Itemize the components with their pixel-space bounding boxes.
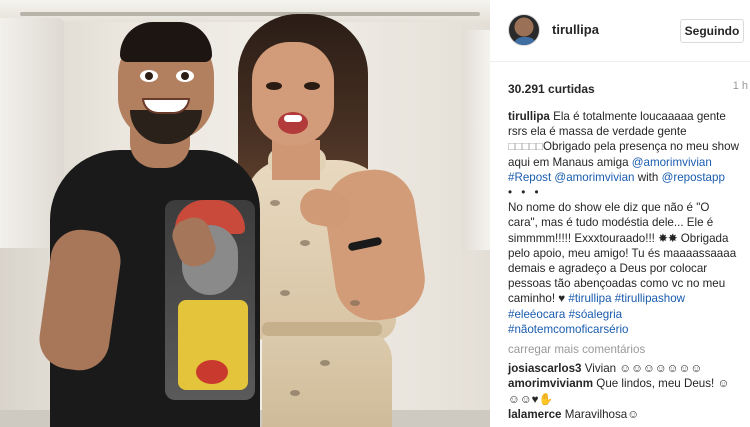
avatar[interactable] (508, 14, 540, 46)
post-photo[interactable] (0, 0, 490, 427)
comment-username[interactable]: amorimvivianm (508, 377, 593, 390)
print-pattern (350, 300, 360, 306)
photo-towel-right (462, 30, 490, 250)
comment-text: Vivian ☺☺☺☺☺☺☺ (584, 362, 703, 376)
comment-text: Maravilhosa☺ (564, 407, 640, 421)
hashtag-link[interactable]: #Repost (508, 171, 551, 184)
woman-eye-right (304, 82, 320, 90)
mention-link[interactable]: @amorimvivian (632, 156, 712, 169)
comment-username[interactable]: josiascarlos3 (508, 362, 581, 375)
woman-mouth (278, 112, 308, 134)
caption-boxes: □□□□□ (508, 140, 544, 154)
print-pattern (320, 360, 330, 366)
hashtag-link[interactable]: #tirullipashow (615, 292, 685, 305)
mention-link[interactable]: @amorimvivian (554, 171, 634, 184)
post-username[interactable]: tirullipa (552, 22, 599, 37)
woman-eye-left (266, 82, 282, 90)
caption-paragraph: No nome do show ele diz que não é "O car… (508, 200, 740, 337)
woman-neck (272, 140, 320, 180)
hashtag-link[interactable]: #eleéocara (508, 308, 565, 321)
caption-username[interactable]: tirullipa (508, 110, 550, 123)
likes-row: 30.291 curtidas 1 h (508, 80, 748, 96)
woman-belt (262, 322, 382, 336)
photo-ceiling (0, 0, 490, 22)
man-eye-right (176, 70, 194, 82)
following-button[interactable]: Seguindo (680, 19, 744, 43)
comment-item: josiascarlos3 Vivian ☺☺☺☺☺☺☺ (508, 361, 740, 376)
woman-pants (262, 330, 392, 427)
hashtag-link[interactable]: #nãotemcomoficarsério (508, 323, 629, 336)
print-pattern (270, 200, 280, 206)
load-more-comments-link[interactable]: carregar mais comentários (508, 342, 740, 357)
likes-count[interactable]: 30.291 curtidas (508, 82, 595, 96)
shirt-print-emblem (196, 360, 228, 384)
print-pattern (300, 240, 310, 246)
post-time[interactable]: 1 h (733, 80, 748, 92)
print-pattern (280, 290, 290, 296)
hashtag-link[interactable]: #sóalegria (569, 308, 623, 321)
comments-section: tirullipa Ela é totalmente loucaaaaa gen… (508, 109, 740, 422)
caption-text-3: No nome do show ele diz que não é "O car… (508, 201, 737, 306)
comment-item: lalamerce Maravilhosa☺ (508, 407, 740, 422)
comment-item: amorimvivianm Que lindos, meu Deus! ☺☺☺♥… (508, 376, 740, 406)
caption-with: with (637, 170, 662, 184)
post-sidebar: tirullipa Seguindo 30.291 curtidas 1 h t… (490, 0, 750, 427)
caption: tirullipa Ela é totalmente loucaaaaa gen… (508, 109, 740, 185)
hashtag-link[interactable]: #tirullipa (568, 292, 611, 305)
print-pattern (290, 390, 300, 396)
man-hair (120, 22, 212, 62)
man-eye-left (140, 70, 158, 82)
comment-username[interactable]: lalamerce (508, 408, 562, 421)
photo-curtain-rail (20, 12, 480, 16)
caption-separator: • • • (508, 186, 542, 200)
mention-link[interactable]: @repostapp (662, 171, 725, 184)
post-header: tirullipa Seguindo (490, 0, 750, 62)
